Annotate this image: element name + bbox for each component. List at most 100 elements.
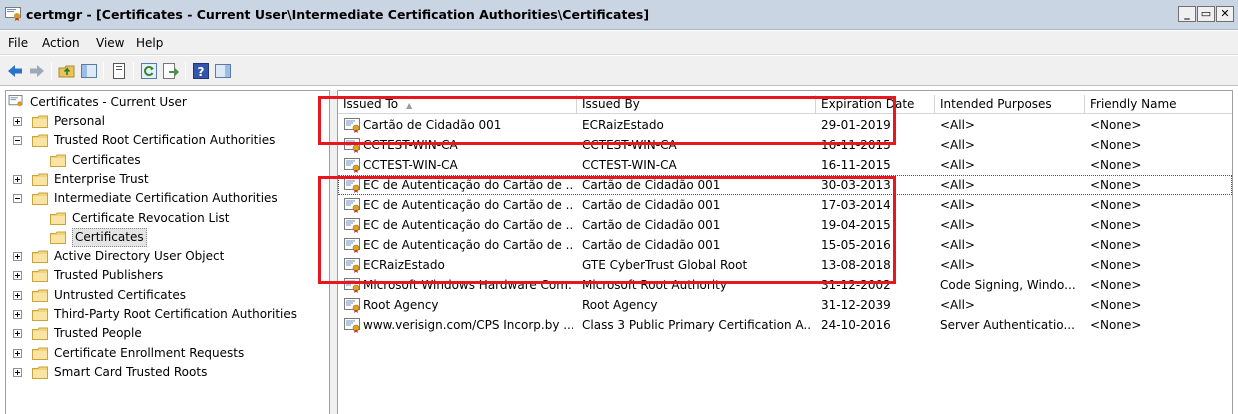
table-row[interactable]: Cartão de Cidadão 001 ECRaizEstado 29-01-2…	[338, 115, 1232, 135]
back-arrow-icon[interactable]	[6, 62, 24, 80]
tree-label: Intermediate Certification Authorities	[54, 191, 278, 206]
certificate-icon	[344, 317, 360, 333]
cell-issued-by: Cartão de Cidadão 001	[582, 198, 721, 212]
cell-friendly: <None>	[1090, 278, 1142, 292]
cell-purposes: <All>	[940, 138, 975, 152]
cell-friendly: <None>	[1090, 118, 1142, 132]
properties-icon[interactable]	[110, 62, 128, 80]
pane-splitter[interactable]	[330, 90, 337, 414]
cell-expiration: 17-03-2014	[821, 198, 891, 212]
folder-icon	[32, 115, 48, 128]
cell-issued-by: Cartão de Cidadão 001	[582, 238, 721, 252]
cell-issued-by: CCTEST-WIN-CA	[582, 138, 677, 152]
sort-ascending-icon: ▲	[406, 101, 413, 110]
cell-friendly: <None>	[1090, 178, 1142, 192]
cell-expiration: 29-01-2019	[821, 118, 891, 132]
column-expiration-date[interactable]: Expiration Date	[816, 95, 935, 114]
column-intended-purposes[interactable]: Intended Purposes	[935, 95, 1085, 114]
restore-button[interactable]: ▭	[1197, 6, 1215, 22]
folder-icon	[32, 173, 48, 186]
collapse-icon[interactable]	[13, 194, 22, 204]
table-row[interactable]: Microsoft Windows Hardware Com... Microso…	[338, 275, 1232, 295]
table-row[interactable]: Root Agency Root Agency 31-12-2039 <All> <No…	[338, 295, 1232, 315]
expand-icon[interactable]	[13, 310, 22, 319]
cell-purposes: Code Signing, Windo...	[940, 278, 1076, 292]
up-folder-icon[interactable]	[58, 62, 76, 80]
cell-friendly: <None>	[1090, 138, 1142, 152]
minimize-button[interactable]: _	[1178, 6, 1196, 22]
cell-issued-to: EC de Autenticação do Cartão de ...	[363, 238, 573, 252]
table-row[interactable]: www.verisign.com/CPS Incorp.by ... Class …	[338, 315, 1232, 335]
tree-label: Certificate Revocation List	[72, 210, 230, 225]
cell-issued-by: CCTEST-WIN-CA	[582, 158, 677, 172]
column-friendly-name[interactable]: Friendly Name	[1085, 95, 1232, 114]
cell-purposes: <All>	[940, 258, 975, 272]
tree-label: Smart Card Trusted Roots	[54, 364, 208, 379]
cell-issued-by: GTE CyberTrust Global Root	[582, 258, 748, 272]
expand-icon[interactable]	[13, 367, 22, 377]
table-row[interactable]: EC de Autenticação do Cartão de ... Cartã…	[338, 195, 1232, 215]
certificate-icon	[344, 217, 360, 233]
tree-label: Untrusted Certificates	[54, 287, 186, 302]
cell-issued-by: Class 3 Public Primary Certification A..…	[582, 318, 812, 332]
table-row[interactable]: EC de Autenticação do Cartão de ... Cartã…	[338, 175, 1232, 195]
table-row[interactable]: CCTEST-WIN-CA CCTEST-WIN-CA 16-11-2015 <All…	[338, 155, 1232, 175]
table-row[interactable]: EC de Autenticação do Cartão de ... Cartã…	[338, 235, 1232, 255]
folder-icon	[50, 212, 66, 225]
export-list-icon[interactable]	[162, 62, 180, 80]
expand-icon[interactable]	[13, 174, 22, 184]
cell-friendly: <None>	[1090, 158, 1142, 172]
expand-icon[interactable]	[13, 117, 22, 126]
show-hide-tree-icon[interactable]	[80, 62, 98, 80]
cell-friendly: <None>	[1090, 238, 1142, 252]
menu-view[interactable]: View	[96, 36, 124, 50]
console-tree[interactable]: Certificates - Current User Personal Trus…	[5, 90, 330, 414]
cell-issued-to: Root Agency	[363, 298, 439, 312]
collapse-icon[interactable]	[13, 136, 22, 146]
tree-label: Certificate Enrollment Requests	[54, 345, 245, 360]
certificate-icon	[344, 277, 360, 293]
menu-help[interactable]: Help	[136, 36, 163, 50]
title-bar: certmgr - [Certificates - Current User\I…	[0, 0, 1238, 30]
folder-icon	[32, 327, 48, 341]
cell-issued-by: Cartão de Cidadão 001	[582, 218, 721, 232]
cell-purposes: <All>	[940, 218, 975, 232]
certificate-list[interactable]: Issued To ▲ Issued By Expiration Date Int…	[318, 90, 1233, 414]
tree-label: Certificates - Current User	[30, 95, 187, 109]
cell-purposes: <All>	[940, 198, 975, 212]
close-button[interactable]: ✕	[1216, 6, 1234, 22]
certificate-icon	[344, 117, 360, 133]
help-icon[interactable]: ?	[192, 62, 210, 80]
certificate-icon	[344, 177, 360, 193]
certificate-icon	[344, 237, 360, 253]
folder-icon	[32, 347, 48, 360]
cell-issued-to: Cartão de Cidadão 001	[363, 118, 502, 132]
table-row[interactable]: CCTEST-WIN-CA CCTEST-WIN-CA 16-11-2015 <All…	[338, 135, 1232, 155]
toolbar: ?	[0, 56, 1238, 86]
expand-icon[interactable]	[13, 271, 22, 281]
cell-issued-by: Cartão de Cidadão 001	[582, 178, 721, 192]
action-pane-icon[interactable]	[214, 62, 232, 80]
certificate-store-icon	[8, 95, 23, 107]
certificate-icon	[344, 197, 360, 213]
expand-icon[interactable]	[13, 329, 22, 339]
tree-label: Certificates	[72, 227, 147, 247]
expand-icon[interactable]	[13, 252, 22, 262]
expand-icon[interactable]	[13, 348, 22, 358]
folder-icon	[32, 366, 48, 379]
menu-bar: File Action View Help	[0, 31, 1238, 55]
table-row[interactable]: EC de Autenticação do Cartão de ... Cartã…	[338, 215, 1232, 235]
cell-purposes: <All>	[940, 118, 975, 132]
menu-file[interactable]: File	[8, 36, 28, 50]
certificate-manager-icon	[5, 7, 21, 21]
menu-action[interactable]: Action	[42, 36, 80, 50]
refresh-icon[interactable]	[140, 62, 158, 80]
cell-expiration: 15-05-2016	[821, 238, 891, 252]
certificate-icon	[344, 137, 360, 153]
table-row[interactable]: ECRaizEstado GTE CyberTrust Global Root 13…	[338, 255, 1232, 275]
expand-icon[interactable]	[13, 290, 22, 300]
column-issued-to[interactable]: Issued To ▲	[338, 95, 577, 114]
forward-arrow-icon[interactable]	[28, 62, 46, 80]
column-issued-by[interactable]: Issued By	[577, 95, 816, 114]
cell-issued-to: www.verisign.com/CPS Incorp.by ...	[363, 318, 573, 332]
